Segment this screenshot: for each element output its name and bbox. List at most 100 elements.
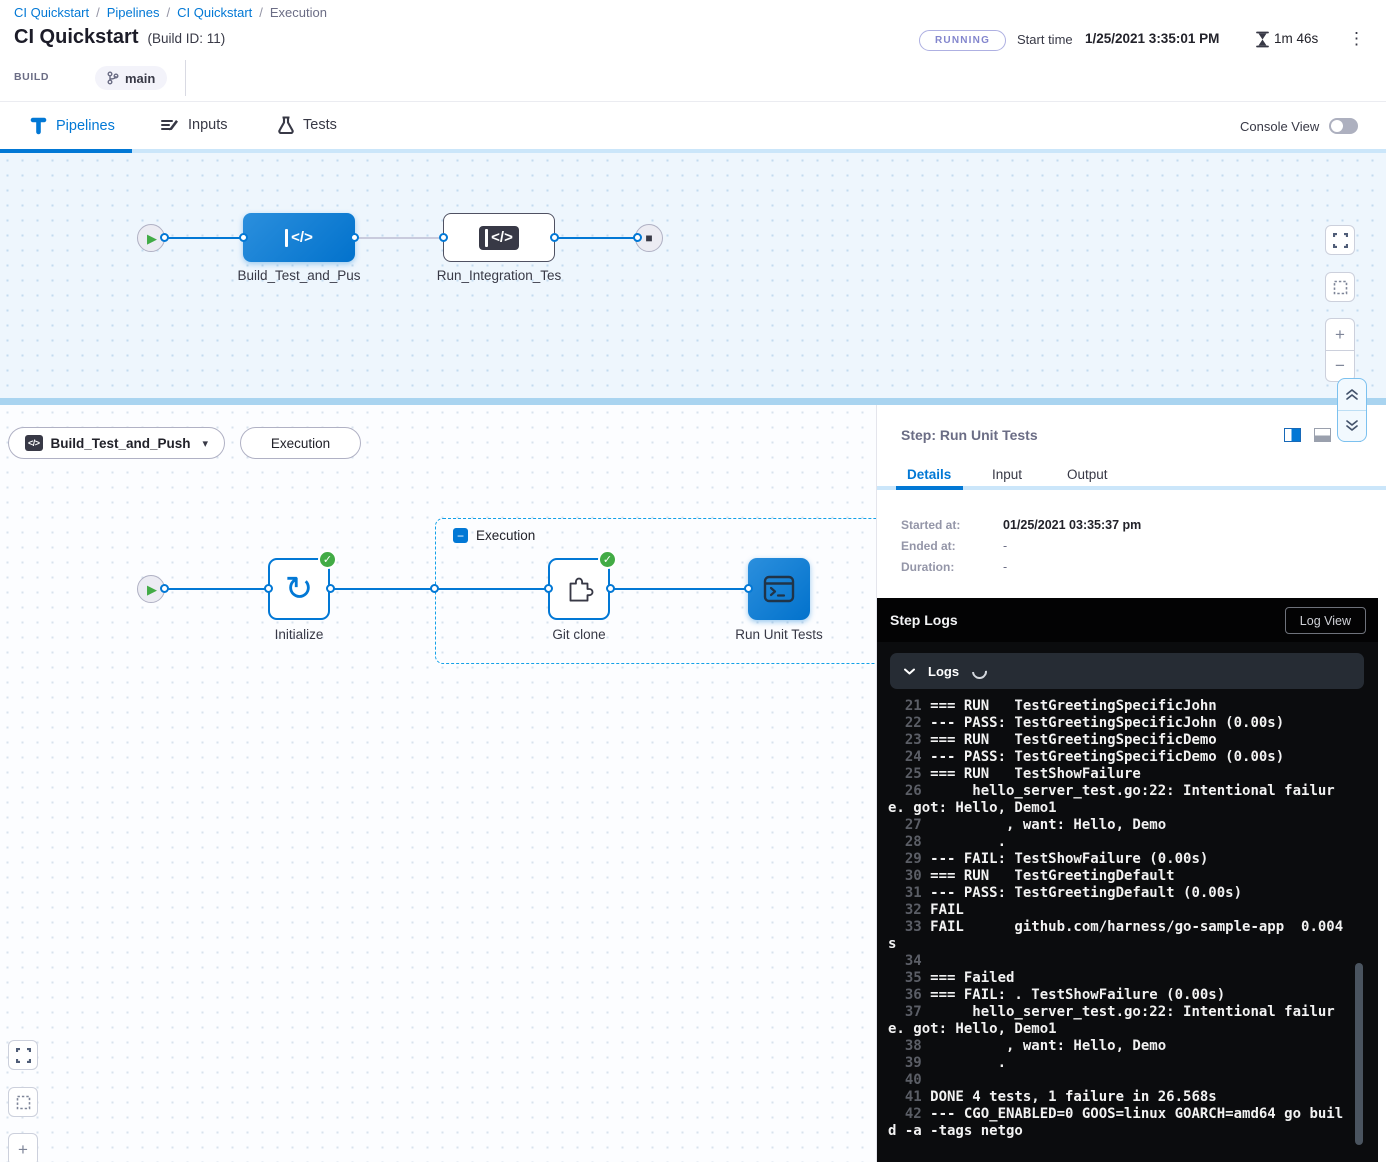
inputs-icon (160, 116, 179, 133)
edge-start-to-build (163, 237, 247, 239)
stage-node-build-test-and-push[interactable]: </> (243, 213, 355, 262)
breadcrumb-separator: / (96, 5, 100, 20)
zoom-out-button[interactable]: − (1326, 350, 1354, 381)
group-label: Execution (476, 528, 535, 543)
log-line: 28 . (888, 834, 1351, 851)
started-at-label: Started at: (901, 518, 1003, 532)
step-details-section: Step: Run Unit Tests Details Input Outpu… (877, 405, 1386, 598)
stage-label: Run_Integration_Tes (429, 268, 569, 283)
duration-value: - (1003, 560, 1007, 574)
step-success-check-icon: ✓ (318, 550, 337, 569)
edge-port (264, 584, 273, 593)
tab-inputs[interactable]: Inputs (160, 116, 228, 133)
execution-view-button[interactable]: Execution (240, 427, 361, 459)
tab-inputs-label: Inputs (188, 117, 228, 133)
canvas-fullscreen-button[interactable] (1325, 225, 1355, 255)
edge-port (606, 584, 615, 593)
log-line: 24 --- PASS: TestGreetingSpecificDemo (0… (888, 749, 1351, 766)
hourglass-icon (1255, 31, 1270, 48)
stage-selector-dropdown[interactable]: </> Build_Test_and_Push ▾ (8, 427, 225, 459)
duration-label: Duration: (901, 560, 1003, 574)
logs-group-bar[interactable]: Logs (890, 653, 1364, 689)
tab-output[interactable]: Output (1067, 467, 1108, 482)
breadcrumb-link-pipelines[interactable]: Pipelines (107, 5, 160, 20)
log-line: 35 === Failed (888, 970, 1351, 987)
zoom-in-button[interactable]: + (1326, 319, 1354, 350)
log-scrollbar-thumb[interactable] (1355, 963, 1363, 1145)
step-label: Run Unit Tests (709, 627, 849, 642)
breadcrumb-link-ci-quickstart-2[interactable]: CI Quickstart (177, 5, 252, 20)
ended-at-value: - (1003, 539, 1007, 553)
main-tabbar: Pipelines Inputs Tests Console View (0, 103, 1386, 153)
more-options-kebab-icon[interactable]: ⋮ (1342, 28, 1371, 49)
logs-group-label: Logs (928, 664, 959, 679)
play-icon: ▶ (147, 232, 157, 245)
tab-details[interactable]: Details (907, 467, 951, 482)
step-node-initialize[interactable]: ↻ (268, 558, 330, 620)
stage-node-run-integration-tests[interactable]: </> (443, 213, 555, 262)
log-view-button[interactable]: Log View (1285, 607, 1366, 634)
breadcrumb: CI Quickstart/Pipelines/CI Quickstart/Ex… (14, 5, 327, 20)
branch-name: main (125, 71, 155, 86)
tab-pipelines-label: Pipelines (56, 118, 115, 134)
zoom-in-button[interactable]: + (9, 1134, 37, 1162)
start-time-label: Start time (1017, 32, 1073, 47)
edge-build-to-integration (355, 237, 447, 239)
step-node-run-unit-tests[interactable] (748, 558, 810, 620)
stage-steps-canvas[interactable]: </> Build_Test_and_Push ▾ Execution − Ex… (0, 405, 876, 1162)
branch-tag[interactable]: main (95, 66, 167, 90)
tab-tests[interactable]: Tests (278, 116, 337, 134)
log-line: 29 --- FAIL: TestShowFailure (0.00s) (888, 851, 1351, 868)
elapsed-duration: 1m 46s (1274, 31, 1318, 46)
log-line: 30 === RUN TestGreetingDefault (888, 868, 1351, 885)
step-node-git-clone[interactable] (548, 558, 610, 620)
breadcrumb-link-ci-quickstart[interactable]: CI Quickstart (14, 5, 89, 20)
pipeline-graph-canvas[interactable]: ▶ ■ </> Build_Test_and_Pus </> Run_Integ… (0, 153, 1386, 398)
step-label: Git clone (509, 627, 649, 642)
collapse-down-chevrons-icon[interactable] (1338, 410, 1366, 442)
pipeline-execution-page: CI Quickstart/Pipelines/CI Quickstart/Ex… (0, 0, 1386, 1162)
edge-port (160, 233, 169, 242)
canvas-selection-button[interactable] (1325, 272, 1355, 302)
ci-codebase-icon: </> (25, 435, 43, 451)
collapse-group-icon[interactable]: − (453, 528, 468, 543)
canvas-zoom-controls: + (8, 1133, 38, 1162)
canvas-fullscreen-button[interactable] (8, 1040, 38, 1070)
log-line: 31 --- PASS: TestGreetingDefault (0.00s) (888, 885, 1351, 902)
log-line: 41 DONE 4 tests, 1 failure in 26.568s (888, 1089, 1351, 1106)
log-line: 32 FAIL (888, 902, 1351, 919)
toggle-knob (1331, 120, 1343, 132)
edge-port (430, 584, 439, 593)
step-success-check-icon: ✓ (598, 550, 617, 569)
breadcrumb-separator: / (167, 5, 171, 20)
started-at-value: 01/25/2021 03:35:37 pm (1003, 518, 1141, 532)
ci-codebase-icon: </> (279, 226, 319, 250)
canvas-split-divider[interactable] (0, 398, 1386, 405)
step-panel-title: Step: Run Unit Tests (901, 427, 1038, 443)
pipeline-icon (30, 116, 47, 135)
step-logs-header: Step Logs Log View (877, 598, 1378, 642)
canvas-selection-button[interactable] (8, 1087, 38, 1117)
edge-port (744, 584, 753, 593)
caret-down-icon: ▾ (203, 437, 209, 450)
collapse-up-chevrons-icon[interactable] (1338, 379, 1366, 410)
tab-tests-label: Tests (303, 117, 337, 133)
tab-pipelines[interactable]: Pipelines (30, 116, 115, 135)
log-output: 21 === RUN TestGreetingSpecificJohn 22 -… (877, 698, 1351, 1140)
page-header: CI Quickstart/Pipelines/CI Quickstart/Ex… (0, 0, 1386, 102)
log-line: 26 hello_server_test.go:22: Intentional … (888, 783, 1351, 817)
ended-at-label: Ended at: (901, 539, 1003, 553)
log-line: 34 (888, 953, 1351, 970)
panel-tab-active-underline (896, 486, 963, 490)
initialize-refresh-icon: ↻ (285, 572, 314, 606)
stop-icon: ■ (645, 232, 652, 244)
play-icon: ▶ (147, 583, 157, 596)
tab-input[interactable]: Input (992, 467, 1022, 482)
header-divider (185, 60, 186, 96)
log-line: 40 (888, 1072, 1351, 1089)
layout-right-panel-icon[interactable] (1284, 428, 1301, 442)
console-view-toggle[interactable] (1329, 118, 1358, 134)
split-collapse-control (1337, 378, 1367, 442)
stage-selector-label: Build_Test_and_Push (51, 436, 191, 451)
layout-bottom-panel-icon[interactable] (1314, 428, 1331, 442)
